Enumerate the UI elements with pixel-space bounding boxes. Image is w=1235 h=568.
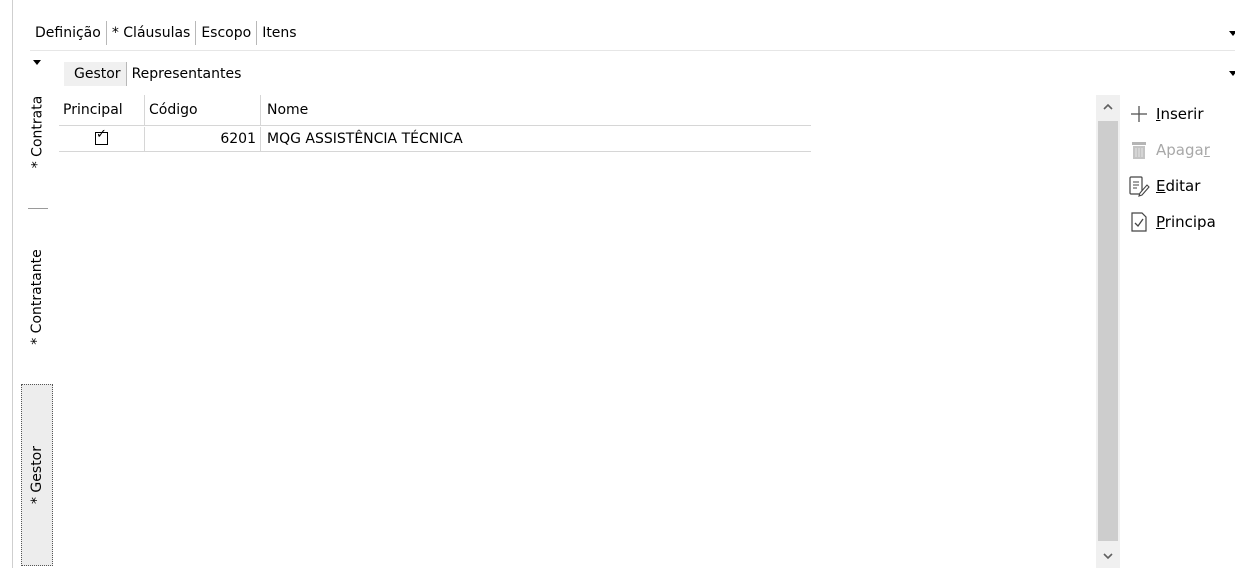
tab-gestor[interactable]: Gestor [64,62,127,86]
sub-tabs-dropdown-icon[interactable] [1229,71,1235,76]
vtab-contrata[interactable]: * Contrata [22,72,52,192]
plus-icon [1128,103,1150,125]
tab-definicao[interactable]: Definição [30,21,107,45]
top-tab-bar: Definição * Cláusulas Escopo Itens [30,18,1235,48]
nome-cell[interactable]: MQG ASSISTÊNCIA TÉCNICA [261,127,811,151]
divider [28,208,48,209]
vtab-contrata-label: * Contrata [29,95,45,169]
vtab-gestor-label: * Gestor [29,445,45,505]
inserir-button[interactable]: Inserir [1128,96,1235,132]
scroll-up-icon[interactable] [1096,95,1120,119]
tab-itens[interactable]: Itens [257,21,301,45]
vtab-contratante-label: * Contratante [29,249,46,345]
representantes-grid[interactable]: Principal Código Nome 6201 MQG ASSISTÊNC… [59,95,1096,568]
tab-representantes[interactable]: Representantes [127,62,247,86]
editar-label: Editar [1156,177,1201,195]
inserir-label: Inserir [1156,105,1204,123]
column-header-principal[interactable]: Principal [59,95,145,125]
apagar-label: Apagar [1156,141,1210,159]
apagar-button[interactable]: Apagar [1128,132,1235,168]
principal-label: Principa [1156,213,1216,231]
scrollbar-thumb[interactable] [1098,121,1118,541]
left-border-line [12,0,13,568]
top-tabs-dropdown-icon[interactable] [1229,31,1235,36]
trash-icon [1128,139,1150,161]
codigo-cell[interactable]: 6201 [145,127,261,151]
principal-cell[interactable] [59,127,145,151]
column-header-nome[interactable]: Nome [261,95,811,125]
sub-tab-bar: Gestor Representantes [64,60,246,88]
left-tabs-dropdown-icon[interactable] [33,60,41,65]
checked-page-icon [1128,211,1150,233]
principal-button[interactable]: Principa [1128,204,1235,240]
vertical-scrollbar[interactable] [1096,95,1120,568]
tab-escopo[interactable]: Escopo [196,21,258,45]
tab-clausulas[interactable]: * Cláusulas [107,21,197,45]
editar-button[interactable]: Editar [1128,168,1235,204]
divider [30,50,1235,51]
table-row[interactable]: 6201 MQG ASSISTÊNCIA TÉCNICA [59,127,811,152]
vtab-contratante[interactable]: * Contratante [22,222,52,372]
scroll-down-icon[interactable] [1096,544,1120,568]
action-panel: Inserir Apagar Editar Principa [1128,96,1235,240]
vtab-gestor[interactable]: * Gestor [21,384,53,566]
principal-checkbox[interactable] [95,128,108,145]
grid-header: Principal Código Nome [59,95,811,126]
column-header-codigo[interactable]: Código [145,95,261,125]
edit-icon [1128,175,1150,197]
